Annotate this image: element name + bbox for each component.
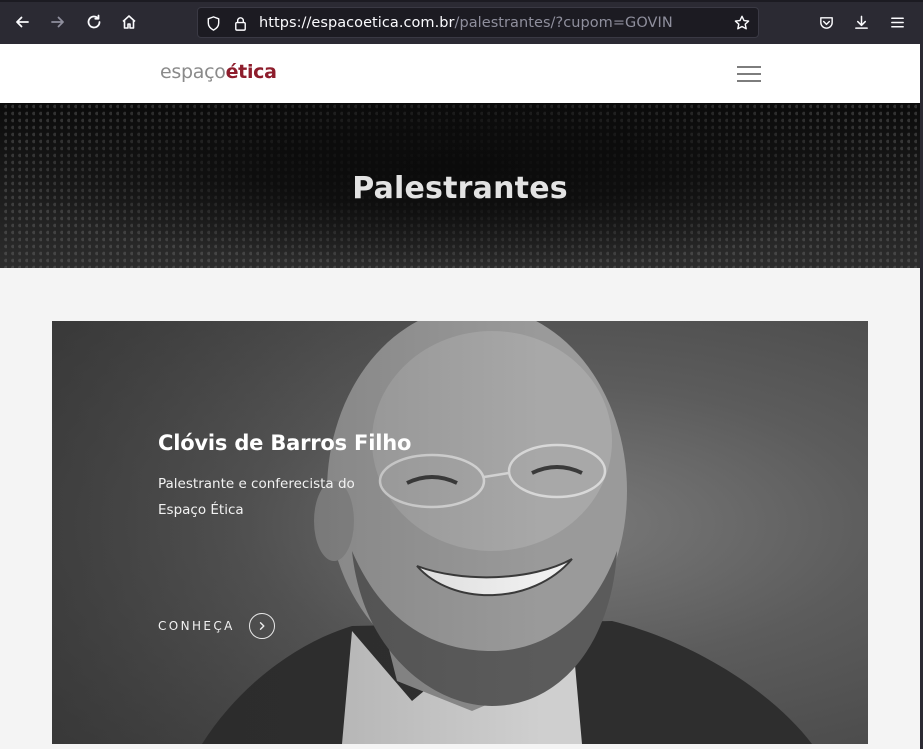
speaker-description: Palestrante e conferecista do Espaço Éti… bbox=[158, 476, 355, 518]
speaker-name[interactable]: Clóvis de Barros Filho bbox=[158, 431, 411, 455]
page-hero: Palestrantes bbox=[0, 103, 920, 268]
menu-icon bbox=[890, 16, 904, 28]
browser-toolbar: https://espacoetica.com.br/palestrantes/… bbox=[0, 0, 923, 44]
card-overlay bbox=[52, 321, 868, 744]
home-icon bbox=[122, 15, 136, 29]
hamburger-menu-button[interactable] bbox=[737, 66, 761, 83]
pocket-button[interactable] bbox=[815, 11, 837, 33]
reload-button[interactable] bbox=[82, 10, 106, 34]
forward-icon bbox=[51, 16, 64, 28]
page-title: Palestrantes bbox=[352, 171, 568, 206]
url-text[interactable]: https://espacoetica.com.br/palestrantes/… bbox=[259, 15, 673, 31]
hamburger-line bbox=[737, 80, 761, 82]
site-header: espaçoética bbox=[0, 44, 920, 103]
logo-part-etica: ética bbox=[225, 61, 277, 83]
pocket-icon bbox=[819, 16, 833, 29]
conheca-label: CONHEÇA bbox=[158, 619, 235, 633]
forward-button[interactable] bbox=[46, 10, 70, 34]
app-menu-button[interactable] bbox=[886, 11, 908, 33]
download-icon bbox=[854, 15, 868, 29]
hamburger-line bbox=[737, 66, 761, 68]
reload-icon bbox=[87, 14, 101, 29]
star-icon[interactable] bbox=[733, 14, 751, 32]
logo-part-espaco: espaço bbox=[160, 61, 226, 83]
url-path: /palestrantes/?cupom=GOVIN bbox=[454, 15, 673, 31]
address-bar[interactable]: https://espacoetica.com.br/palestrantes/… bbox=[197, 7, 759, 38]
window-top-edge bbox=[0, 0, 923, 2]
shield-icon[interactable] bbox=[204, 14, 222, 32]
back-icon bbox=[16, 16, 29, 28]
chevron-right-icon bbox=[248, 613, 275, 639]
url-domain: https://espacoetica.com.br bbox=[259, 15, 455, 31]
lock-icon[interactable] bbox=[231, 14, 249, 32]
hamburger-line bbox=[737, 73, 761, 75]
site-logo[interactable]: espaçoética bbox=[160, 61, 277, 83]
conheca-link[interactable]: CONHEÇA bbox=[158, 613, 275, 639]
back-button[interactable] bbox=[10, 10, 34, 34]
downloads-button[interactable] bbox=[850, 11, 872, 33]
home-button[interactable] bbox=[117, 10, 141, 34]
speaker-card[interactable]: Clóvis de Barros Filho Palestrante e con… bbox=[52, 321, 868, 744]
